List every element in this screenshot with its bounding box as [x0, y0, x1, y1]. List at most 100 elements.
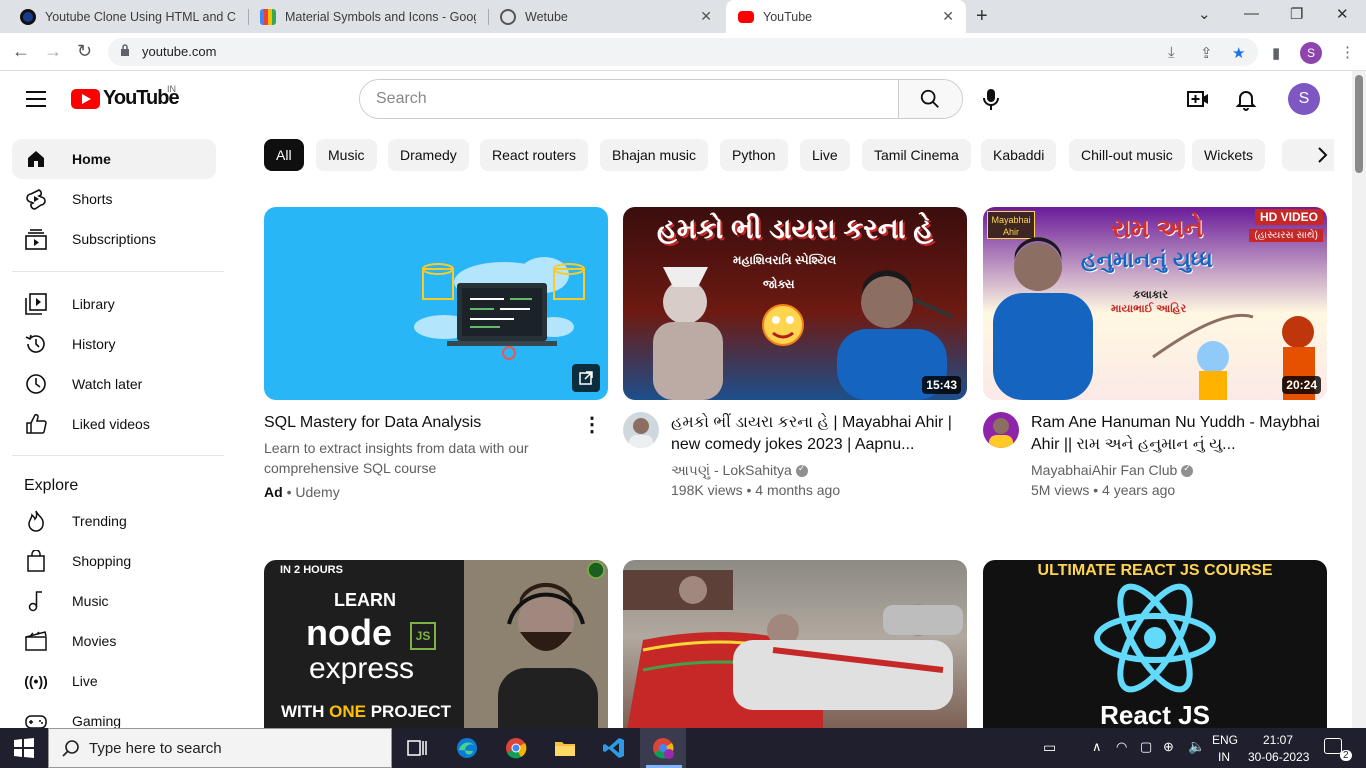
chevron-up-icon[interactable]: ∧ — [1092, 739, 1102, 755]
battery-icon[interactable]: ▢ — [1140, 739, 1152, 755]
sidebar-item-watch-later[interactable]: Watch later — [12, 364, 216, 404]
sidebar-item-trending[interactable]: Trending — [12, 501, 216, 541]
tab-favicon-icon — [260, 8, 276, 25]
scrollbar-thumb[interactable] — [1355, 75, 1363, 173]
advertiser-name[interactable]: Udemy — [295, 484, 339, 500]
chrome-icon[interactable] — [504, 736, 528, 760]
chip-python[interactable]: Python — [720, 139, 788, 171]
minimize-icon[interactable]: — — [1244, 5, 1259, 22]
sidebar-item-liked-videos[interactable]: Liked videos — [12, 404, 216, 444]
sidebar-item-history[interactable]: History — [12, 324, 216, 364]
notifications-bell-icon[interactable] — [1234, 87, 1258, 111]
video-card[interactable]: હમકો ભી ડાયરા કરના હે મહાશિવરાત્રિ સ્પેશ… — [623, 207, 967, 522]
sidebar-item-shorts[interactable]: Shorts — [12, 179, 216, 219]
sidebar-item-subscriptions[interactable]: Subscriptions — [12, 219, 216, 259]
chip-bhajan-music[interactable]: Bhajan music — [600, 139, 709, 171]
chip-react-routers[interactable]: React routers — [480, 139, 589, 171]
video-title[interactable]: Ram Ane Hanuman Nu Yuddh - Maybhai Ahir … — [1031, 412, 1321, 456]
search-input[interactable] — [360, 80, 900, 118]
language-indicator[interactable]: ENG — [1212, 733, 1238, 747]
sidebar-item-music[interactable]: Music — [12, 581, 216, 621]
reload-icon[interactable]: ↻ — [77, 41, 92, 62]
clock-date[interactable]: 30-06-2023 — [1248, 750, 1309, 764]
chip-music[interactable]: Music — [316, 139, 377, 171]
chevron-down-icon[interactable]: ⌄ — [1198, 5, 1211, 23]
restore-icon[interactable]: ❐ — [1290, 5, 1303, 23]
vscode-icon[interactable] — [602, 736, 626, 760]
video-thumbnail[interactable]: હમકો ભી ડાયરા કરના હે મહાશિવરાત્રિ સ્પેશ… — [623, 207, 967, 400]
search-button[interactable] — [898, 80, 962, 118]
close-tab-icon[interactable]: ✕ — [942, 8, 954, 25]
new-tab-icon[interactable]: + — [976, 5, 988, 28]
page-scrollbar[interactable] — [1352, 71, 1366, 728]
sidebar-item-shopping[interactable]: Shopping — [12, 541, 216, 581]
chip-dramedy[interactable]: Dramedy — [388, 139, 469, 171]
omnibox[interactable]: youtube.com ⤓ ⇪ ★ — [108, 38, 1258, 66]
sidebar-item-library[interactable]: Library — [12, 284, 216, 324]
video-thumbnail[interactable]: IN 2 HOURS LEARN node JS express WITH ON… — [264, 560, 608, 728]
browser-tab-active[interactable]: YouTube ✕ — [726, 0, 966, 33]
hamburger-menu-icon[interactable] — [26, 91, 46, 107]
video-thumbnail[interactable] — [623, 560, 967, 728]
video-thumbnail[interactable]: Mayabhai Ahir HD VIDEO (હાસ્યરસ સાથે) રા… — [983, 207, 1327, 400]
back-icon[interactable]: ← — [12, 41, 30, 62]
bookmark-star-icon[interactable]: ★ — [1232, 44, 1245, 62]
more-options-icon[interactable]: ⋮ — [582, 412, 602, 437]
chrome-profile-icon[interactable] — [651, 736, 675, 760]
create-video-icon[interactable] — [1186, 87, 1210, 111]
video-title[interactable]: SQL Mastery for Data Analysis — [264, 412, 608, 434]
sidebar-item-movies[interactable]: Movies — [12, 621, 216, 661]
video-duration: 20:24 — [1282, 376, 1321, 394]
external-link-icon[interactable] — [572, 364, 600, 392]
wifi-icon[interactable]: ◠ — [1116, 739, 1127, 755]
channel-avatar[interactable] — [623, 412, 659, 448]
sidebar-item-live[interactable]: ((•)) Live — [12, 661, 216, 701]
video-card[interactable]: IN 2 HOURS LEARN node JS express WITH ON… — [264, 560, 608, 728]
chip-live[interactable]: Live — [800, 139, 850, 171]
chip-kabaddi[interactable]: Kabaddi — [981, 139, 1057, 171]
volume-icon[interactable]: 🔈 — [1188, 738, 1205, 755]
sidebar-item-label: Music — [72, 593, 109, 609]
clock-time[interactable]: 21:07 — [1263, 733, 1293, 747]
channel-name[interactable]: MayabhaiAhir Fan Club — [1031, 462, 1194, 478]
windows-start-icon[interactable] — [12, 736, 36, 760]
sidebar-item-gaming[interactable]: Gaming — [12, 701, 216, 728]
taskbar-search-box[interactable]: Type here to search — [48, 728, 392, 768]
side-panel-icon[interactable]: ▮ — [1272, 44, 1280, 62]
video-thumbnail[interactable] — [264, 207, 608, 400]
region-indicator[interactable]: IN — [1218, 750, 1230, 764]
browser-tab[interactable]: Material Symbols and Icons - Google Font… — [248, 0, 488, 33]
forward-icon[interactable]: → — [44, 41, 62, 62]
edge-browser-icon[interactable] — [455, 736, 479, 760]
video-card[interactable]: Mayabhai Ahir HD VIDEO (હાસ્યરસ સાથે) રા… — [983, 207, 1327, 522]
close-window-icon[interactable]: ✕ — [1336, 5, 1349, 23]
channel-name[interactable]: આપણું - LokSahitya — [671, 462, 808, 479]
notification-center-icon[interactable] — [1324, 738, 1342, 754]
close-tab-icon[interactable]: ✕ — [700, 8, 712, 25]
browser-tab[interactable]: Wetube ✕ — [488, 0, 724, 33]
file-explorer-icon[interactable] — [553, 736, 577, 760]
chip-tamil-cinema[interactable]: Tamil Cinema — [862, 139, 971, 171]
network-icon[interactable]: ⊕ — [1163, 739, 1174, 755]
video-thumbnail[interactable]: ULTIMATE REACT JS COURSE React JS — [983, 560, 1327, 728]
chip-wickets[interactable]: Wickets — [1192, 139, 1265, 171]
browser-profile-avatar[interactable]: S — [1300, 42, 1322, 64]
browser-tab[interactable]: Youtube Clone Using HTML and CSS — [8, 0, 248, 33]
video-card[interactable] — [623, 560, 967, 728]
video-title[interactable]: હમકો ભીં ડાયરા કરના હે | Mayabhai Ahir |… — [671, 412, 961, 456]
channel-avatar[interactable] — [983, 412, 1019, 448]
task-view-icon[interactable] — [405, 736, 429, 760]
chevron-right-icon[interactable] — [1310, 143, 1334, 167]
install-icon[interactable]: ⤓ — [1168, 44, 1175, 61]
menu-dots-icon[interactable]: ⋮ — [1340, 43, 1355, 61]
keyboard-icon[interactable]: ▭ — [1043, 739, 1056, 756]
share-icon[interactable]: ⇪ — [1200, 44, 1213, 62]
chip-all[interactable]: All — [264, 139, 304, 171]
youtube-logo[interactable]: YouTube IN — [71, 84, 180, 110]
chip-chill-out-music[interactable]: Chill-out music — [1069, 139, 1185, 171]
mic-icon[interactable] — [979, 86, 1003, 112]
video-card-ad[interactable]: SQL Mastery for Data Analysis ⋮ Learn to… — [264, 207, 608, 522]
user-avatar[interactable]: S — [1288, 83, 1320, 115]
sidebar-item-home[interactable]: Home — [12, 139, 216, 179]
video-card[interactable]: ULTIMATE REACT JS COURSE React JS — [983, 560, 1327, 728]
